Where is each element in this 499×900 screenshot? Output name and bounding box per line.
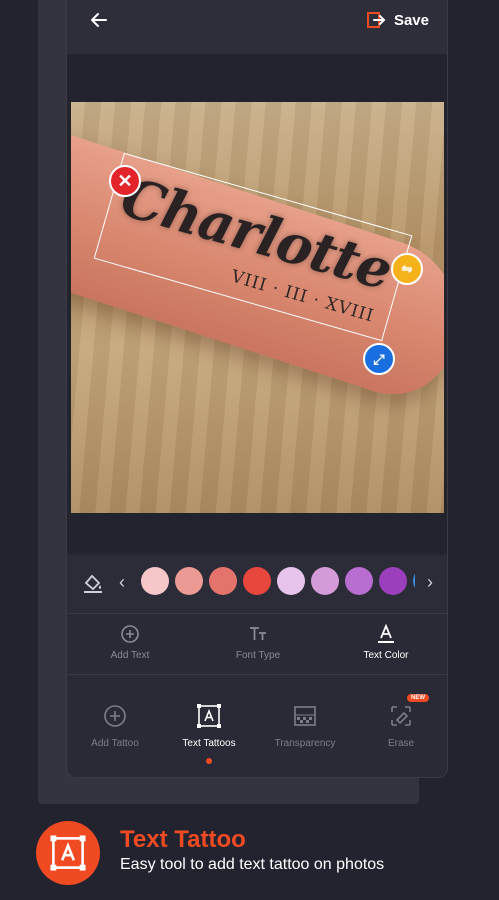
palette-next-icon[interactable]: › — [427, 572, 433, 593]
feature-banner: Text Tattoo Easy tool to add text tattoo… — [36, 818, 476, 888]
color-swatch[interactable] — [243, 567, 271, 595]
top-bar: Save — [67, 0, 447, 54]
text-color-button[interactable]: Text Color — [331, 622, 441, 661]
add-tattoo-button[interactable]: Add Tattoo — [67, 702, 163, 749]
promo-subtitle: Easy tool to add text tattoo on photos — [120, 856, 385, 873]
color-swatch[interactable] — [209, 567, 237, 595]
color-swatch[interactable] — [175, 567, 203, 595]
font-type-button[interactable]: Font Type — [203, 622, 313, 661]
add-tattoo-label: Add Tattoo — [91, 738, 139, 749]
text-tattoos-label: Text Tattoos — [182, 738, 236, 749]
paint-bucket-icon[interactable] — [81, 571, 105, 595]
font-type-label: Font Type — [235, 650, 281, 661]
app-screen: Save Charlotte VIII · III · XVIII ✕ ⇋ ⤢ … — [66, 0, 448, 778]
add-circle-icon — [104, 705, 126, 727]
color-swatch[interactable] — [379, 567, 407, 595]
swatch-list — [141, 567, 415, 599]
eraser-icon — [391, 706, 411, 726]
flip-icon[interactable]: ⇋ — [391, 253, 423, 285]
promo-title: Text Tattoo — [120, 826, 246, 853]
editor-canvas: Charlotte VIII · III · XVIII ✕ ⇋ ⤢ — [67, 54, 447, 554]
transparency-icon — [294, 706, 316, 726]
resize-icon[interactable]: ⤢ — [363, 343, 395, 375]
arrow-left-icon — [91, 13, 107, 27]
text-color-label: Text Color — [363, 650, 409, 661]
text-frame-icon — [197, 704, 221, 728]
exit-icon — [366, 12, 386, 28]
text-tools-toolbar: Add Text Font Type Text Color — [67, 613, 447, 675]
color-swatch[interactable] — [277, 567, 305, 595]
font-size-icon — [250, 627, 266, 640]
save-button[interactable]: Save — [366, 8, 429, 32]
text-color-icon — [378, 624, 394, 643]
erase-label: Erase — [387, 738, 415, 749]
transparency-label: Transparency — [274, 738, 336, 749]
text-tattoo-logo-icon — [36, 821, 100, 885]
close-icon[interactable]: ✕ — [109, 165, 141, 197]
text-tattoos-button[interactable]: Text Tattoos — [161, 702, 257, 749]
color-swatch[interactable] — [413, 567, 415, 595]
main-toolbar: Add Tattoo Text Tattoos Transparency Era… — [67, 676, 447, 777]
add-text-button[interactable]: Add Text — [75, 622, 185, 661]
new-badge: NEW — [407, 694, 429, 702]
back-button[interactable] — [87, 8, 111, 32]
transparency-button[interactable]: Transparency — [257, 702, 353, 749]
color-palette: ‹ › — [67, 556, 447, 612]
color-swatch[interactable] — [345, 567, 373, 595]
save-label: Save — [393, 11, 429, 29]
color-swatch[interactable] — [141, 567, 169, 595]
active-indicator — [206, 758, 212, 764]
palette-prev-icon[interactable]: ‹ — [119, 572, 125, 593]
color-swatch[interactable] — [311, 567, 339, 595]
add-circle-icon — [121, 625, 139, 643]
add-text-label: Add Text — [110, 650, 150, 661]
erase-button[interactable]: Erase — [353, 702, 447, 749]
photo[interactable]: Charlotte VIII · III · XVIII ✕ ⇋ ⤢ — [71, 102, 444, 513]
